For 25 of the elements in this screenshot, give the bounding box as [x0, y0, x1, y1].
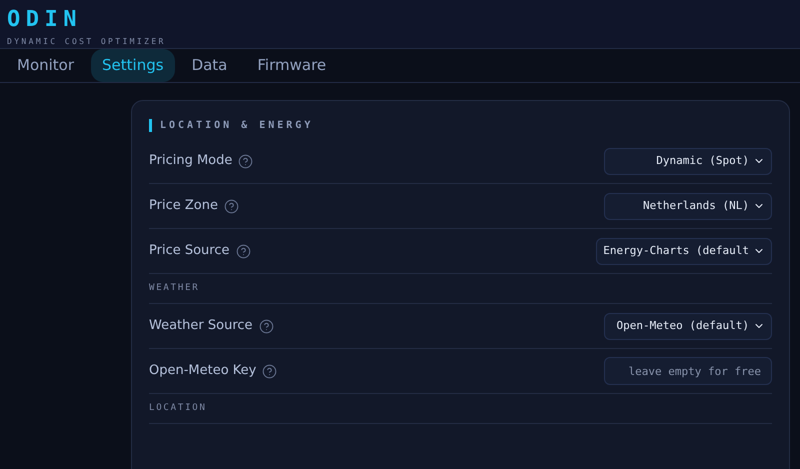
tab[interactable]: Data [178, 49, 240, 82]
field-label: Pricing Mode [149, 152, 232, 170]
help-icon[interactable] [238, 154, 254, 168]
tab[interactable]: Settings [91, 49, 175, 82]
section-heading: LOCATION [149, 402, 207, 415]
dropdown[interactable]: Energy-Charts (default [596, 238, 772, 264]
card-title: LOCATION & ENERGY [160, 118, 314, 132]
help-icon[interactable] [262, 364, 278, 378]
section-heading: WEATHER [149, 282, 200, 295]
app-title: ODIN [7, 6, 83, 34]
tab[interactable]: Firmware [244, 49, 340, 82]
field-label: Weather Source [149, 317, 253, 336]
app-subtitle: DYNAMIC COST OPTIMIZER [7, 36, 167, 48]
accent-bar [149, 118, 152, 132]
dropdown[interactable]: Open-Meteo (default) [604, 312, 772, 340]
field-label: Price Zone [149, 197, 218, 216]
help-icon[interactable] [258, 318, 274, 334]
help-icon[interactable] [224, 198, 239, 214]
input-field[interactable]: leave empty for free [604, 357, 772, 385]
dropdown[interactable]: Netherlands (NL) [604, 192, 772, 220]
field-label: Open-Meteo Key [149, 362, 256, 380]
tab[interactable]: Monitor [4, 49, 88, 82]
field-label: Price Source [149, 242, 230, 260]
help-icon[interactable] [236, 244, 250, 258]
dropdown[interactable]: Dynamic (Spot) [604, 148, 772, 174]
